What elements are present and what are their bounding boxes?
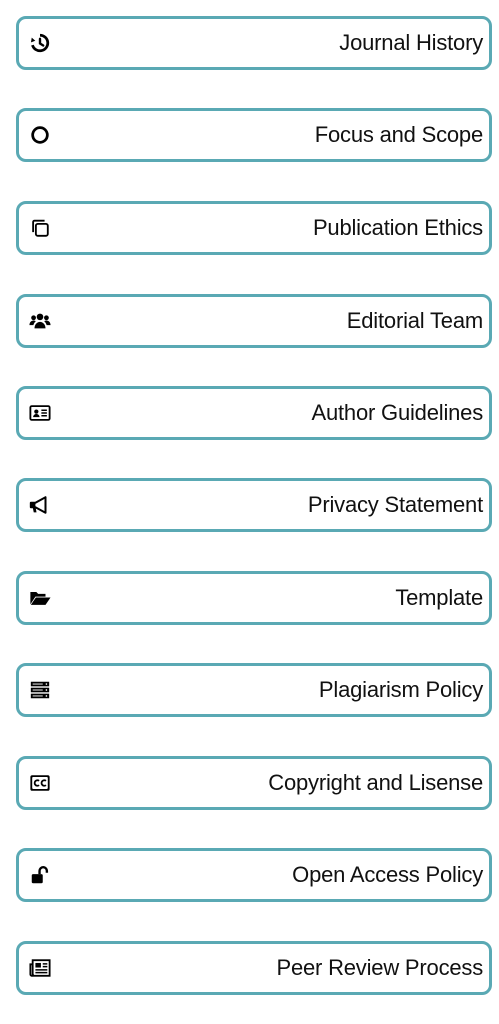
menu-item-editorial-team[interactable]: Editorial Team bbox=[16, 294, 492, 348]
menu-item-label: Privacy Statement bbox=[307, 492, 483, 517]
menu-item-open-access-policy[interactable]: Open Access Policy bbox=[16, 848, 492, 902]
menu-item-label: Author Guidelines bbox=[311, 400, 484, 425]
menu-item-focus-and-scope[interactable]: Focus and Scope bbox=[16, 108, 492, 162]
menu-item-peer-review-process[interactable]: Peer Review Process bbox=[16, 941, 492, 995]
menu-item-label: Journal History bbox=[339, 30, 483, 55]
newspaper-icon bbox=[28, 956, 52, 980]
unlock-icon bbox=[28, 863, 52, 887]
menu-item-label: Copyright and Lisense bbox=[268, 770, 483, 795]
menu-item-label: Open Access Policy bbox=[292, 862, 483, 887]
sidebar-menu: Journal History Focus and Scope Publicat… bbox=[0, 0, 499, 1024]
menu-item-label: Peer Review Process bbox=[276, 955, 484, 980]
menu-item-plagiarism-policy[interactable]: Plagiarism Policy bbox=[16, 663, 492, 717]
menu-item-privacy-statement[interactable]: Privacy Statement bbox=[16, 478, 492, 532]
menu-item-label: Template bbox=[395, 585, 483, 610]
server-icon bbox=[28, 678, 52, 702]
menu-item-label: Focus and Scope bbox=[314, 122, 483, 147]
menu-item-publication-ethics[interactable]: Publication Ethics bbox=[16, 201, 492, 255]
copy-icon bbox=[28, 216, 52, 240]
menu-item-journal-history[interactable]: Journal History bbox=[16, 16, 492, 70]
menu-item-label: Editorial Team bbox=[346, 308, 483, 333]
folder-open-icon bbox=[28, 586, 52, 610]
users-icon bbox=[28, 309, 52, 333]
creative-commons-icon bbox=[28, 771, 52, 795]
bullhorn-icon bbox=[28, 493, 52, 517]
id-card-icon bbox=[28, 401, 52, 425]
menu-item-copyright-and-lisense[interactable]: Copyright and Lisense bbox=[16, 756, 492, 810]
circle-icon bbox=[28, 123, 52, 147]
menu-item-label: Plagiarism Policy bbox=[318, 677, 483, 702]
menu-item-author-guidelines[interactable]: Author Guidelines bbox=[16, 386, 492, 440]
menu-item-label: Publication Ethics bbox=[312, 215, 483, 240]
menu-item-template[interactable]: Template bbox=[16, 571, 492, 625]
history-icon bbox=[28, 31, 52, 55]
